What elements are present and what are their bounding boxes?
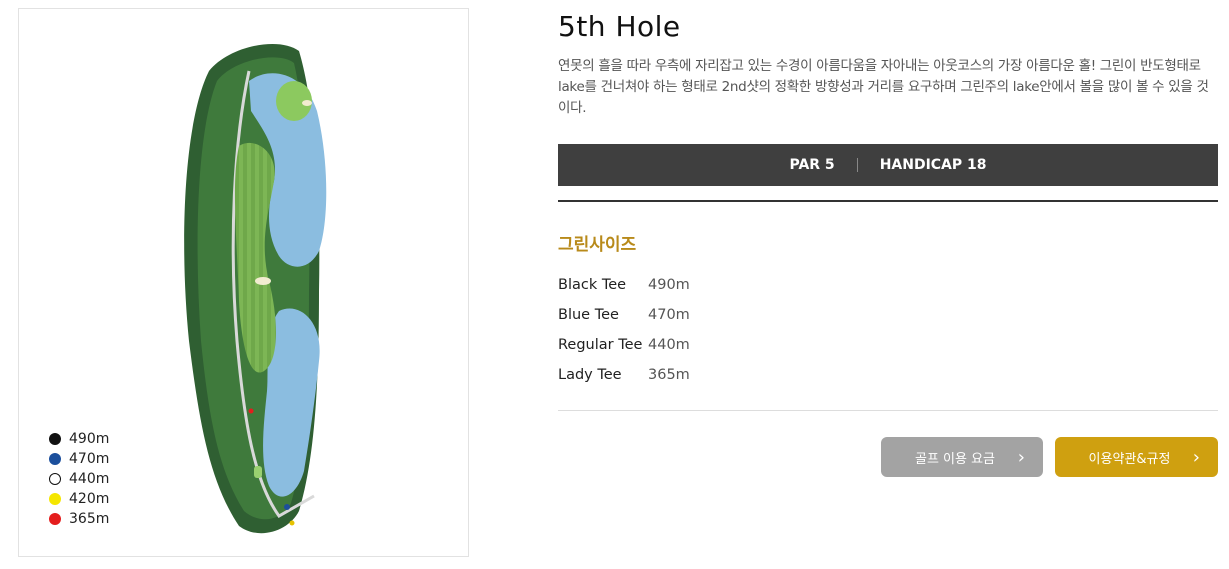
- tee-name: Blue Tee: [558, 307, 619, 323]
- tee-legend: 490m 470m 440m 420m 365m: [49, 429, 109, 529]
- tee-name: Regular Tee: [558, 337, 643, 353]
- terms-button[interactable]: 이용약관&규정 ›: [1055, 437, 1218, 477]
- white-tee-dot-icon: [49, 473, 61, 485]
- legend-item-blue: 470m: [49, 449, 109, 469]
- tee-distance: 490m: [648, 277, 690, 293]
- green-size-title: 그린사이즈: [558, 235, 637, 255]
- legend-label: 490m: [69, 431, 110, 447]
- red-tee-dot-icon: [49, 513, 61, 525]
- tee-distance: 440m: [648, 337, 690, 353]
- blue-tee-dot-icon: [49, 453, 61, 465]
- tee-distance-list: Black Tee 490m Blue Tee 470m Regular Tee…: [558, 270, 690, 390]
- legend-item-black: 490m: [49, 429, 109, 449]
- hole-description: 연못의 흘을 따라 우측에 자리잡고 있는 수경이 아름다움을 자아내는 아웃코…: [558, 58, 1209, 116]
- info-divider: [856, 158, 858, 172]
- chevron-right-icon: ›: [1192, 447, 1200, 468]
- tee-row: Regular Tee 440m: [558, 330, 690, 360]
- hole-info-bar: PAR 5 HANDICAP 18: [558, 144, 1218, 186]
- tee-row: Black Tee 490m: [558, 270, 690, 300]
- content-divider: [558, 410, 1218, 411]
- terms-label: 이용약관&규정: [1088, 451, 1171, 467]
- tee-name: Lady Tee: [558, 367, 622, 383]
- tee-distance: 365m: [648, 367, 690, 383]
- course-map-image: [184, 43, 327, 534]
- chevron-right-icon: ›: [1017, 447, 1025, 468]
- section-divider: [558, 200, 1218, 202]
- tee-name: Black Tee: [558, 277, 627, 293]
- tee-row: Blue Tee 470m: [558, 300, 690, 330]
- course-map-panel: 490m 470m 440m 420m 365m: [18, 8, 469, 557]
- golf-fee-label: 골프 이용 요금: [914, 451, 996, 467]
- legend-label: 365m: [69, 511, 110, 527]
- tee-distance: 470m: [648, 307, 690, 323]
- golf-fee-button[interactable]: 골프 이용 요금 ›: [881, 437, 1043, 477]
- par-value: PAR 5: [789, 157, 835, 173]
- legend-label: 440m: [69, 471, 110, 487]
- legend-label: 470m: [69, 451, 110, 467]
- black-tee-dot-icon: [49, 433, 61, 445]
- legend-label: 420m: [69, 491, 110, 507]
- yellow-tee-dot-icon: [49, 493, 61, 505]
- legend-item-yellow: 420m: [49, 489, 109, 509]
- legend-item-white: 440m: [49, 469, 109, 489]
- handicap-value: HANDICAP 18: [879, 157, 987, 173]
- legend-item-red: 365m: [49, 509, 109, 529]
- hole-title: 5th Hole: [558, 10, 681, 43]
- tee-row: Lady Tee 365m: [558, 360, 690, 390]
